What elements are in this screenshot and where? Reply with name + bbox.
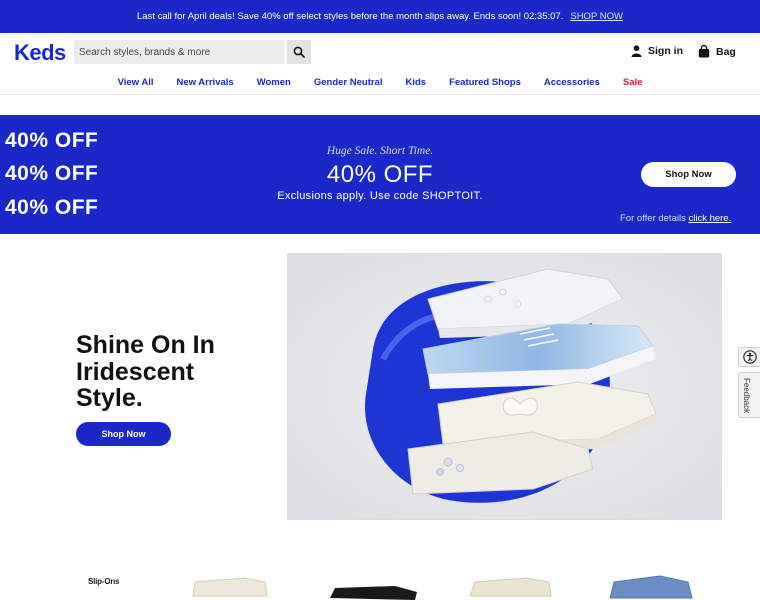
search-placeholder: Search styles, brands & more <box>79 46 211 58</box>
nav-sale[interactable]: Sale <box>611 73 654 94</box>
sneaker-beige-image <box>469 577 552 597</box>
sneaker-denim-image <box>609 575 693 599</box>
accessibility-icon <box>742 350 757 364</box>
accessibility-button[interactable] <box>738 347 760 367</box>
search-button[interactable] <box>287 40 311 64</box>
nav-accessories[interactable]: Accessories <box>532 73 611 94</box>
hero-shop-now-button[interactable]: Shop Now <box>76 422 171 446</box>
hero-title: Shine On In Iridescent Style. <box>76 331 215 412</box>
product-thumbnail[interactable] <box>325 568 425 600</box>
promo-bar: Last call for April deals! Save 40% off … <box>0 0 760 33</box>
sneaker-black-image <box>330 586 417 600</box>
bag-button[interactable]: Bag <box>698 45 736 58</box>
promo-shop-now-link[interactable]: SHOP NOW <box>570 11 623 22</box>
bag-label: Bag <box>716 45 736 58</box>
banner-shop-now-button[interactable]: Shop Now <box>641 162 736 187</box>
sale-banner[interactable]: 40% OFF 40% OFF 40% OFF Huge Sale. Short… <box>0 115 760 234</box>
banner-details-text: For offer details <box>620 213 686 224</box>
nav-women[interactable]: Women <box>245 73 302 94</box>
feedback-label: Feedback <box>742 378 751 414</box>
nav-gender-neutral[interactable]: Gender Neutral <box>302 73 394 94</box>
keds-logo[interactable]: Keds <box>14 40 66 66</box>
hero-sneakers-illustration <box>288 254 721 519</box>
hero-image[interactable] <box>287 253 722 520</box>
banner-tagline: Huge Sale. Short Time. <box>326 145 434 157</box>
nav-view-all[interactable]: View All <box>106 73 165 94</box>
banner-offer-details: For offer details click here. <box>620 213 731 224</box>
main-nav: View All New Arrivals Women Gender Neutr… <box>0 73 760 95</box>
sign-in-button[interactable]: Sign in <box>631 45 683 57</box>
user-icon <box>631 45 642 57</box>
search-input[interactable]: Search styles, brands & more <box>74 40 284 64</box>
site-header: Keds Search styles, brands & more Sign i… <box>0 33 760 73</box>
nav-featured-shops[interactable]: Featured Shops <box>438 73 533 94</box>
feedback-tab[interactable]: Feedback <box>738 372 760 418</box>
product-thumbnail[interactable] <box>465 568 565 600</box>
search-icon <box>293 46 305 58</box>
banner-code-text: Exclusions apply. Use code SHOPTOIT. <box>277 190 483 202</box>
product-thumbnail[interactable] <box>185 568 285 600</box>
banner-details-link[interactable]: click here. <box>688 213 731 224</box>
sign-in-label: Sign in <box>648 45 683 57</box>
promo-message: Last call for April deals! Save 40% off … <box>137 11 564 22</box>
product-thumbnail[interactable] <box>600 568 700 600</box>
section-label-slip-ons: Slip-Ons <box>88 577 120 586</box>
nav-kids[interactable]: Kids <box>394 73 438 94</box>
nav-new-arrivals[interactable]: New Arrivals <box>165 73 245 94</box>
bag-icon <box>698 45 710 58</box>
sneaker-cream-image <box>192 577 268 597</box>
